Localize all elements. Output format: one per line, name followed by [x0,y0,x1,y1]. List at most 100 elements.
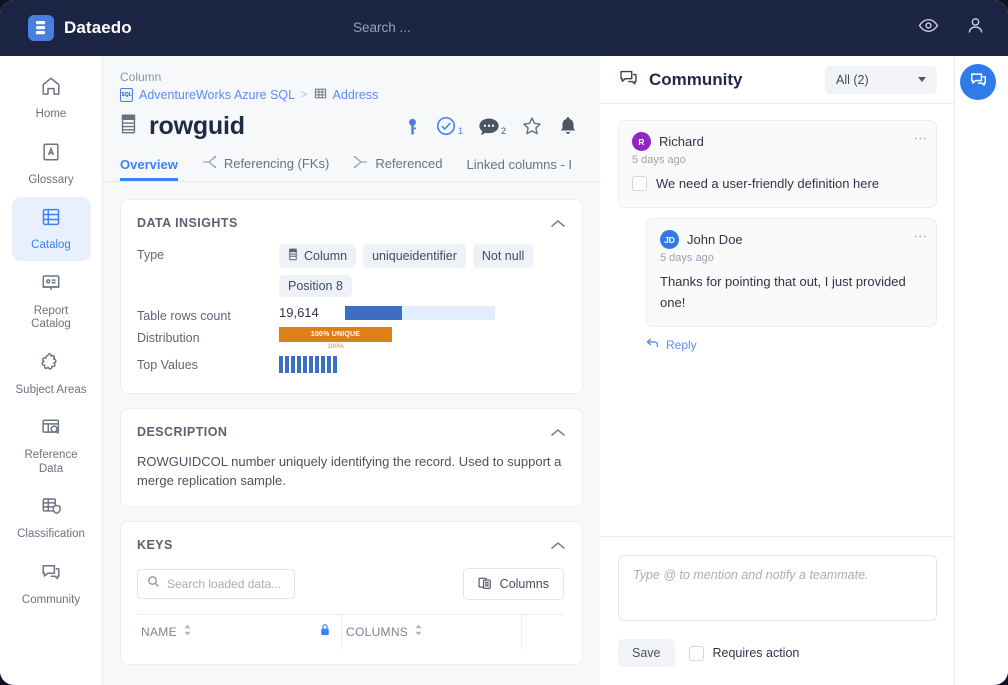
breadcrumb-link-database[interactable]: AdventureWorks Azure SQL [139,88,295,102]
sort-arrows-icon [414,624,423,639]
caret-down-icon [918,77,926,82]
keys-search-box[interactable] [137,569,295,599]
main-content: Column SQL AdventureWorks Azure SQL > Ad… [103,56,600,685]
reply-button[interactable]: Reply [646,337,937,352]
community-fab-button[interactable] [960,64,996,100]
search-icon [147,575,160,593]
distribution-caption: 100% [279,343,392,350]
insight-label: Top Values [137,354,279,372]
requires-action-label: Requires action [713,646,800,660]
chip-label: Column [304,249,347,263]
database-logo-icon [28,15,54,41]
insight-label: Table rows count [137,305,279,323]
global-search[interactable]: Search ... [353,20,411,35]
column-icon [288,248,298,264]
sidebar-item-home[interactable]: Home [12,66,91,130]
sidebar-item-glossary[interactable]: Glossary [12,132,91,196]
type-chip-nullability[interactable]: Not null [473,244,533,268]
sidebar-item-classification[interactable]: Classification [12,486,91,550]
comment-body: Thanks for pointing that out, I just pro… [660,271,923,313]
columns-button[interactable]: Columns [463,568,564,600]
tab-label: Referencing (FKs) [224,156,329,171]
sidebar-item-label: Subject Areas [16,384,87,398]
community-composer: Save Requires action [600,536,955,685]
reply-arrow-icon [646,337,659,352]
tab-overview[interactable]: Overview [120,157,178,181]
shield-table-icon [40,495,62,522]
sidebar-item-catalog[interactable]: Catalog [12,197,91,261]
breadcrumb-link-table[interactable]: Address [333,88,379,102]
comment-author: Richard [659,134,704,149]
kebab-menu-icon[interactable]: ⋮ [916,132,925,145]
comment-text: We need a user-friendly definition here [656,173,879,194]
report-screen-icon [40,272,62,299]
insight-row-rows-count: Table rows count 19,614 [137,305,564,323]
keys-search-input[interactable] [167,577,285,591]
columns-button-label: Columns [500,577,549,591]
catalog-list-icon [40,206,62,233]
sidebar-item-community[interactable]: Community [12,552,91,616]
tab-referencing-fks[interactable]: Referencing (FKs) [202,155,329,181]
table-grid-icon [314,87,327,103]
requires-action-checkbox[interactable] [689,646,704,661]
user-icon[interactable] [965,15,986,41]
object-kind-label: Column [103,56,600,87]
brand[interactable]: Dataedo [0,15,132,41]
keys-column-header-columns[interactable]: COLUMNS [342,615,522,649]
chevron-up-icon[interactable] [550,425,566,443]
insight-value: 19,614 [279,305,564,320]
sidebar-item-subject-areas[interactable]: Subject Areas [12,342,91,406]
check-circle-icon[interactable]: 1 [435,115,463,137]
bell-icon[interactable] [558,115,578,137]
sidebar-item-label: Reference Data [14,449,89,476]
type-chip-column[interactable]: Column [279,244,356,268]
community-title: Community [649,70,743,90]
keys-table-header: NAME COLUMNS [137,614,564,648]
description-title: DESCRIPTION [137,425,564,439]
keys-column-header-name[interactable]: NAME [137,615,342,649]
lock-icon[interactable] [319,623,331,640]
tab-linked-columns[interactable]: Linked columns - I [467,157,573,181]
community-header: Community All (2) [600,56,955,104]
description-text: ROWGUIDCOL number uniquely identifying t… [137,452,564,490]
type-chips-row2: Position 8 [279,275,564,297]
insight-row-distribution: Distribution 100% UNIQUE 100% [137,327,564,350]
community-filter-select[interactable]: All (2) [825,66,937,94]
type-chip-position[interactable]: Position 8 [279,275,352,297]
comment-body: We need a user-friendly definition here [632,173,923,194]
key-icon[interactable] [405,118,420,137]
community-filter-label: All (2) [836,73,869,87]
check-count-badge: 1 [458,126,463,136]
book-a-icon [40,141,62,168]
chip-label: Not null [482,249,524,263]
type-chips: Column uniqueidentifier Not null [279,244,564,268]
column-header-label: NAME [141,625,177,639]
kebab-menu-icon[interactable]: ⋮ [916,230,925,243]
sidebar-item-report-catalog[interactable]: Report Catalog [12,263,91,340]
sidebar-item-label: Catalog [31,239,71,253]
puzzle-icon [40,351,62,378]
chat-bubbles-icon [969,70,988,94]
sidebar-item-reference-data[interactable]: Reference Data [12,407,91,484]
star-icon[interactable] [521,115,543,137]
type-chip-datatype[interactable]: uniqueidentifier [363,244,466,268]
keys-toolbar: Columns [137,568,564,614]
chevron-up-icon[interactable] [550,538,566,556]
description-card: DESCRIPTION ROWGUIDCOL number uniquely i… [120,408,583,507]
chevron-up-icon[interactable] [550,216,566,234]
insight-label: Distribution [137,327,279,345]
home-icon [40,75,62,102]
save-button[interactable]: Save [618,639,675,667]
comment-icon[interactable]: 2 [478,117,506,137]
eye-icon[interactable] [918,15,939,41]
requires-action-group: Requires action [689,646,800,661]
community-comment-list: R Richard 5 days ago We need a user-frie… [600,104,955,567]
data-insights-body: Type [137,244,564,373]
title-row: rowguid 1 [103,103,600,141]
breadcrumb: SQL AdventureWorks Azure SQL > Address [103,87,600,103]
sidebar-item-label: Glossary [28,174,73,188]
keys-card: KEYS [120,521,583,665]
comment-input[interactable] [618,555,937,621]
comment-checkbox[interactable] [632,176,647,191]
tab-referenced[interactable]: Referenced [353,155,442,181]
